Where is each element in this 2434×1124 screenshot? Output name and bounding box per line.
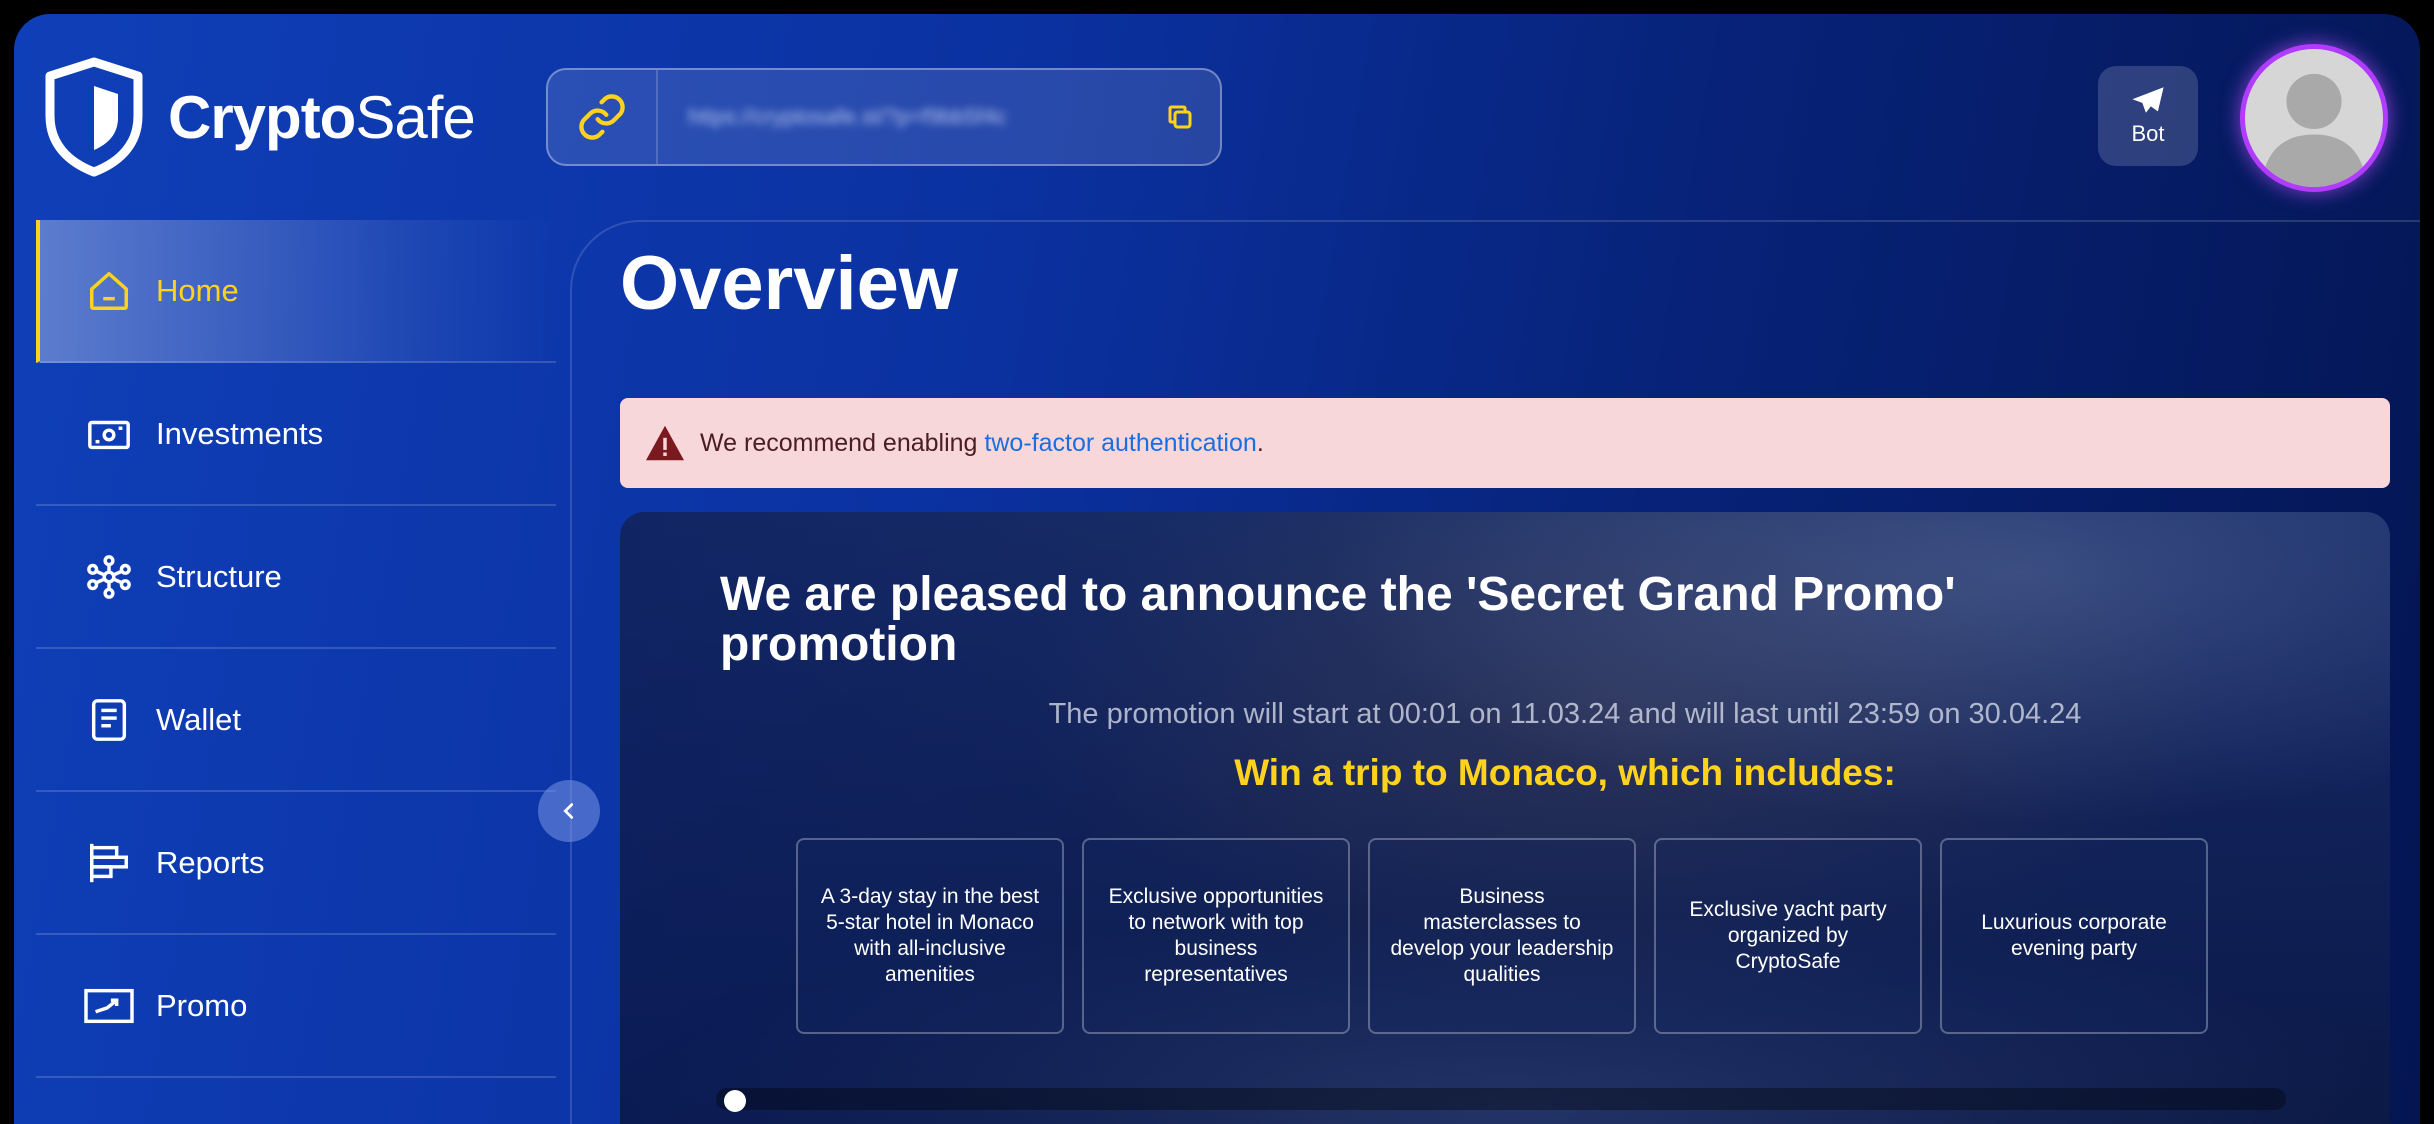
promo-card: A 3-day stay in the best 5-star hotel in… [796,838,1064,1034]
sidebar-item-promo[interactable]: Promo [36,935,556,1078]
bot-label: Bot [2131,121,2165,146]
sidebar-item-label: Promo [156,987,248,1023]
shield-logo-icon [45,57,143,177]
home-icon [84,266,134,316]
sidebar-item-reports[interactable]: Reports [36,792,556,935]
promo-card: Business masterclasses to develop your l… [1368,838,1636,1034]
wallet-icon [84,695,134,745]
referral-url[interactable]: https://cryptosafe.st/?p=f9bb5f4c [688,104,1140,130]
promo-cards: A 3-day stay in the best 5-star hotel in… [796,838,2208,1034]
carousel-progress-track[interactable] [716,1088,2286,1110]
brand-logo[interactable]: CryptoSafe [42,56,476,178]
user-placeholder-icon [2261,73,2367,187]
sidebar-item-wallet[interactable]: Wallet [36,649,556,792]
telegram-icon [2132,87,2164,113]
main-content: Overview We recommend enabling two-facto… [570,220,2420,1124]
referral-link-box: https://cryptosafe.st/?p=f9bb5f4c [546,68,1222,166]
alert-suffix: . [1256,428,1264,457]
warning-icon [646,425,684,461]
promo-card: Exclusive yacht party organized by Crypt… [1654,838,1922,1034]
promo-highlight: Win a trip to Monaco, which includes: [1234,752,1896,793]
two-factor-link[interactable]: two-factor authentication [984,429,1256,458]
sidebar-item-investments[interactable]: Investments [36,363,556,506]
promo-subtitle: The promotion will start at 00:01 on 11.… [1048,698,2082,730]
brand-name: CryptoSafe [168,83,476,151]
sidebar-nav: Home Investments Structure Wallet Report… [36,220,556,1078]
promo-icon [84,981,134,1031]
link-icon [548,70,658,164]
sidebar-item-label: Structure [156,558,282,594]
sidebar-item-structure[interactable]: Structure [36,506,556,649]
telegram-bot-button[interactable]: Bot [2098,66,2198,166]
sidebar-item-label: Wallet [156,701,241,737]
collapse-sidebar-button[interactable] [538,780,600,842]
two-factor-alert: We recommend enabling two-factor authent… [620,398,2390,488]
sidebar-item-label: Investments [156,415,324,451]
page-title: Overview [620,241,958,326]
sidebar-item-label: Reports [156,844,265,880]
alert-text: We recommend enabling [700,428,978,457]
structure-icon [84,552,134,602]
reports-icon [84,838,134,888]
sidebar-item-home[interactable]: Home [36,220,556,363]
promo-title: We are pleased to announce the 'Secret G… [720,568,1956,672]
promo-banner: We are pleased to announce the 'Secret G… [620,512,2390,1124]
promo-card: Exclusive opportunities to network with … [1082,838,1350,1034]
app-window: CryptoSafe https://cryptosafe.st/?p=f9bb… [14,14,2420,1124]
chevron-left-icon [563,803,574,819]
copy-icon[interactable] [1140,102,1220,132]
user-avatar[interactable] [2240,44,2388,192]
promo-card: Luxurious corporate evening party [1940,838,2208,1034]
investments-icon [84,409,134,459]
carousel-progress-thumb[interactable] [724,1090,746,1112]
sidebar-item-label: Home [156,272,239,308]
